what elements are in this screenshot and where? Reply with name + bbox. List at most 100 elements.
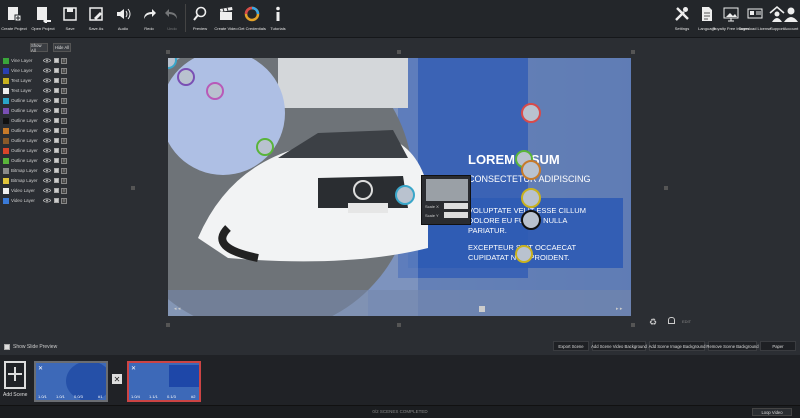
- tutorials-button[interactable]: Tutorials: [264, 2, 292, 36]
- layer-visible-checkbox[interactable]: [54, 158, 59, 163]
- resize-handle[interactable]: [397, 50, 401, 54]
- eye-icon[interactable]: [43, 198, 51, 203]
- layer-visible-checkbox[interactable]: [54, 58, 59, 63]
- layer-settings-icon[interactable]: ≡: [61, 57, 67, 64]
- stage-paragraph-1-line-2[interactable]: DOLORE EU FUGIAT NULLA: [468, 216, 567, 225]
- layer-settings-icon[interactable]: ≡: [61, 187, 67, 194]
- layer-settings-icon[interactable]: ≡: [61, 147, 67, 154]
- eye-icon[interactable]: [43, 118, 51, 123]
- audio-button[interactable]: Audio: [109, 2, 137, 36]
- create-project-button[interactable]: Create Project: [0, 2, 28, 36]
- eye-icon[interactable]: [43, 178, 51, 183]
- add-scene-image-background-button[interactable]: Add Scene Image Background: [649, 341, 705, 351]
- scale-y-stepper[interactable]: [444, 212, 468, 218]
- eye-icon[interactable]: [43, 138, 51, 143]
- show-all-button[interactable]: Show All: [30, 43, 48, 53]
- stage-paragraph-2-line-1[interactable]: EXCEPTEUR SINT OCCAECAT: [468, 243, 576, 252]
- eye-icon[interactable]: [43, 158, 51, 163]
- resize-handle[interactable]: [664, 186, 668, 190]
- canvas-stage[interactable]: LOREM IPSUM CONSECTETUR ADIPISCING VOLUP…: [168, 58, 631, 316]
- loop-video-button[interactable]: Loop Video: [752, 408, 792, 416]
- add-scene-label[interactable]: Add Scene: [3, 392, 27, 398]
- layer-settings-icon[interactable]: ≡: [61, 127, 67, 134]
- layer-visible-checkbox[interactable]: [54, 78, 59, 83]
- layer-settings-icon[interactable]: ≡: [61, 157, 67, 164]
- scene-transition-icon[interactable]: ✕: [112, 374, 122, 384]
- paper-button[interactable]: Paper: [760, 341, 796, 351]
- layer-settings-icon[interactable]: ≡: [61, 177, 67, 184]
- recycle-icon[interactable]: ♻: [649, 317, 657, 328]
- layer-settings-icon[interactable]: ≡: [61, 77, 67, 84]
- scene-thumbnail-1[interactable]: ✕ 1.0/1 1.0/1 0.0/3 #1: [34, 361, 108, 402]
- resize-handle[interactable]: [131, 186, 135, 190]
- eye-icon[interactable]: [43, 98, 51, 103]
- layer-row[interactable]: Vine Layer ≡: [3, 56, 75, 65]
- eye-icon[interactable]: [43, 148, 51, 153]
- eye-icon[interactable]: [43, 188, 51, 193]
- resize-handle[interactable]: [166, 50, 170, 54]
- layer-row[interactable]: Outline Layer ≡: [3, 126, 75, 135]
- eye-icon[interactable]: [43, 168, 51, 173]
- layer-visible-checkbox[interactable]: [54, 98, 59, 103]
- stage-title[interactable]: LOREM IPSUM: [468, 152, 560, 167]
- scene-close-icon[interactable]: ✕: [131, 365, 136, 372]
- stage-subtitle[interactable]: CONSECTETUR ADIPISCING: [468, 174, 591, 184]
- remove-scene-background-button[interactable]: Remove Scene Background: [706, 341, 759, 351]
- eye-icon[interactable]: [43, 108, 51, 113]
- layer-settings-icon[interactable]: ≡: [61, 117, 67, 124]
- save-as-button[interactable]: Save As: [82, 2, 110, 36]
- layer-row[interactable]: Outline Layer ≡: [3, 146, 75, 155]
- layer-settings-icon[interactable]: ≡: [61, 87, 67, 94]
- resize-handle[interactable]: [631, 50, 635, 54]
- layer-visible-checkbox[interactable]: [54, 138, 59, 143]
- layer-row[interactable]: Video Layer ≡: [3, 186, 75, 195]
- stage-paragraph-2-line-2[interactable]: CUPIDATAT NON PROIDENT.: [468, 253, 570, 262]
- layer-visible-checkbox[interactable]: [54, 198, 59, 203]
- add-scene-icon[interactable]: [4, 361, 26, 389]
- layer-row[interactable]: Outline Layer ≡: [3, 116, 75, 125]
- layer-visible-checkbox[interactable]: [54, 168, 59, 173]
- layer-visible-checkbox[interactable]: [54, 178, 59, 183]
- export-scene-button[interactable]: Export Scene: [553, 341, 589, 351]
- layer-row[interactable]: Outline Layer ≡: [3, 156, 75, 165]
- layer-visible-checkbox[interactable]: [54, 68, 59, 73]
- layer-row[interactable]: Video Layer ≡: [3, 196, 75, 205]
- resize-handle[interactable]: [166, 323, 170, 327]
- layer-row[interactable]: Bitmap Layer ≡: [3, 176, 75, 185]
- layer-row[interactable]: Outline Layer ≡: [3, 136, 75, 145]
- layer-row[interactable]: Text Layer ≡: [3, 86, 75, 95]
- layer-settings-icon[interactable]: ≡: [61, 197, 67, 204]
- layer-row[interactable]: Outline Layer ≡: [3, 96, 75, 105]
- save-button[interactable]: Save: [56, 2, 84, 36]
- layer-visible-checkbox[interactable]: [54, 108, 59, 113]
- layer-settings-icon[interactable]: ≡: [61, 167, 67, 174]
- hide-all-button[interactable]: Hide All: [53, 43, 71, 52]
- layer-row[interactable]: Text Layer ≡: [3, 76, 75, 85]
- layer-row[interactable]: Vine Layer ≡: [3, 66, 75, 75]
- stage-paragraph-1-line-3[interactable]: PARIATUR.: [468, 226, 507, 235]
- preview-button[interactable]: Preview: [186, 2, 214, 36]
- stage-scroll-right[interactable]: ▸ ▸: [616, 306, 622, 312]
- layer-visible-checkbox[interactable]: [54, 148, 59, 153]
- layer-visible-checkbox[interactable]: [54, 188, 59, 193]
- layer-visible-checkbox[interactable]: [54, 118, 59, 123]
- get-credentials-button[interactable]: Get Credentials: [238, 2, 266, 36]
- stage-scroll-thumb[interactable]: [479, 306, 485, 312]
- layer-row[interactable]: Outline Layer ≡: [3, 106, 75, 115]
- layer-properties-popup[interactable]: Scale X Scale Y: [421, 175, 471, 225]
- layer-settings-icon[interactable]: ≡: [61, 97, 67, 104]
- layer-settings-icon[interactable]: ≡: [61, 137, 67, 144]
- scale-x-stepper[interactable]: [444, 203, 468, 209]
- layer-visible-checkbox[interactable]: [54, 128, 59, 133]
- eye-icon[interactable]: [43, 128, 51, 133]
- account-button[interactable]: Account: [782, 2, 800, 36]
- stage-scroll-left[interactable]: ◂ ◂: [174, 306, 180, 312]
- undo-button[interactable]: Undo: [158, 2, 186, 36]
- layer-settings-icon[interactable]: ≡: [61, 67, 67, 74]
- resize-handle[interactable]: [631, 323, 635, 327]
- resize-handle[interactable]: [397, 323, 401, 327]
- open-project-button[interactable]: Open Project: [29, 2, 57, 36]
- scene-close-icon[interactable]: ✕: [38, 365, 43, 372]
- eye-icon[interactable]: [43, 88, 51, 93]
- create-video-button[interactable]: Create Video: [212, 2, 240, 36]
